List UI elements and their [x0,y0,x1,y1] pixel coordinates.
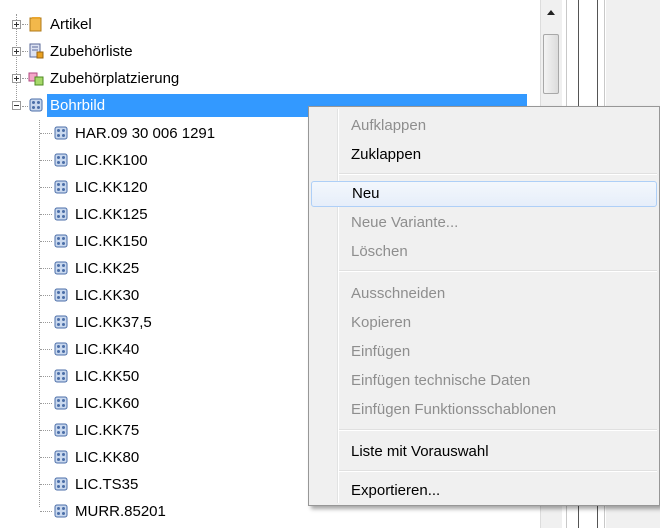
expand-icon[interactable] [12,20,21,29]
tree-item-child[interactable]: LIC.KK30 [0,282,300,309]
tree-item-child[interactable]: LIC.TS35 [0,471,300,498]
tree-connector [40,295,52,296]
tree-item-label: LIC.KK120 [75,179,148,196]
tree-connector [40,376,52,377]
drill-pattern-icon [54,423,68,437]
menu-item-kopieren[interactable]: Kopieren [311,310,657,336]
collapse-icon[interactable] [12,101,21,110]
folder-icon [29,17,42,32]
context-menu: Aufklappen Zuklappen Neu Neue Variante..… [308,106,660,506]
tree-connector [40,268,52,269]
tree-connector [40,160,52,161]
scroll-thumb[interactable] [543,34,559,94]
drill-pattern-icon [54,234,68,248]
drill-pattern-icon [54,288,68,302]
tree-item-child[interactable]: LIC.KK40 [0,336,300,363]
tree-item-label: Zubehörplatzierung [50,70,180,87]
drill-pattern-icon [54,261,68,275]
tree-item-artikel[interactable]: Artikel [0,11,300,38]
tree-item-label: LIC.KK150 [75,233,148,250]
drill-pattern-icon [54,126,68,140]
tree-connector [40,349,52,350]
drill-pattern-icon [54,504,68,518]
tree-item-child[interactable]: LIC.KK25 [0,255,300,282]
tree-item-zubehoerplatzierung[interactable]: Zubehörplatzierung [0,65,300,92]
tree-item-label: Artikel [50,16,92,33]
tree-connector [40,430,52,431]
menu-item-einfuegen-funktionsschablonen[interactable]: Einfügen Funktionsschablonen [311,397,657,423]
tree-item-label: LIC.KK40 [75,341,140,358]
tree-item-label: LIC.KK80 [75,449,140,466]
menu-item-ausschneiden[interactable]: Ausschneiden [311,281,657,307]
drill-pattern-icon [54,396,68,410]
tree-connector [40,241,52,242]
tree-item-child[interactable]: LIC.KK75 [0,417,300,444]
tree-connector [40,187,52,188]
list-icon [29,43,44,59]
menu-separator [339,270,657,272]
drill-pattern-icon [54,369,68,383]
tree-item-label: LIC.KK60 [75,395,140,412]
tree-item-label: LIC.KK100 [75,152,148,169]
menu-item-liste-mit-vorauswahl[interactable]: Liste mit Vorauswahl [311,439,657,465]
tree-connector [40,214,52,215]
drill-pattern-icon [54,342,68,356]
tree-item-child[interactable]: LIC.KK150 [0,228,300,255]
menu-item-neue-variante[interactable]: Neue Variante... [311,210,657,236]
menu-item-loeschen[interactable]: Löschen [311,239,657,265]
placement-icon [28,72,44,86]
tree-connector [40,457,52,458]
tree-item-label: HAR.09 30 006 1291 [75,125,216,142]
tree-item-zubehoerliste[interactable]: Zubehörliste [0,38,300,65]
tree-item-child[interactable]: LIC.KK120 [0,174,300,201]
drill-pattern-icon [54,315,68,329]
tree-item-child[interactable]: LIC.KK50 [0,363,300,390]
tree-item-label: LIC.TS35 [75,476,139,493]
menu-separator [339,470,657,472]
tree-item-label: LIC.KK50 [75,368,140,385]
expand-icon[interactable] [12,74,21,83]
tree-item-label: LIC.KK25 [75,260,140,277]
menu-separator [339,429,657,431]
drill-pattern-icon [29,98,43,112]
tree-item-child[interactable]: MURR.85201 [0,498,300,525]
tree-item-label: MURR.85201 [75,503,166,520]
menu-item-zuklappen[interactable]: Zuklappen [311,142,657,168]
tree-connector [40,133,52,134]
menu-item-aufklappen[interactable]: Aufklappen [311,113,657,139]
drill-pattern-icon [54,180,68,194]
tree-connector [40,322,52,323]
tree-item-label: LIC.KK37,5 [75,314,152,331]
expand-icon[interactable] [12,47,21,56]
tree-item-child[interactable]: HAR.09 30 006 1291 [0,120,300,147]
menu-item-einfuegen-technische-daten[interactable]: Einfügen technische Daten [311,368,657,394]
drill-pattern-icon [54,450,68,464]
tree-item-label: LIC.KK125 [75,206,148,223]
scroll-up-arrow-icon[interactable] [543,4,560,21]
tree-item-child[interactable]: LIC.KK60 [0,390,300,417]
tree-item-child[interactable]: LIC.KK80 [0,444,300,471]
drill-pattern-icon [54,153,68,167]
drill-pattern-icon [54,477,68,491]
drill-pattern-icon [54,207,68,221]
tree-connector [40,511,52,512]
tree-item-label: LIC.KK30 [75,287,140,304]
menu-item-neu[interactable]: Neu [311,181,657,207]
tree-item-child[interactable]: LIC.KK125 [0,201,300,228]
tree-item-child[interactable]: LIC.KK37,5 [0,309,300,336]
tree-item-child[interactable]: LIC.KK100 [0,147,300,174]
menu-item-einfuegen[interactable]: Einfügen [311,339,657,365]
tree-item-label: Zubehörliste [50,43,133,60]
menu-item-exportieren[interactable]: Exportieren... [311,478,657,504]
menu-separator [339,173,657,175]
tree-item-label: LIC.KK75 [75,422,140,439]
tree-connector [40,403,52,404]
tree-connector [40,484,52,485]
